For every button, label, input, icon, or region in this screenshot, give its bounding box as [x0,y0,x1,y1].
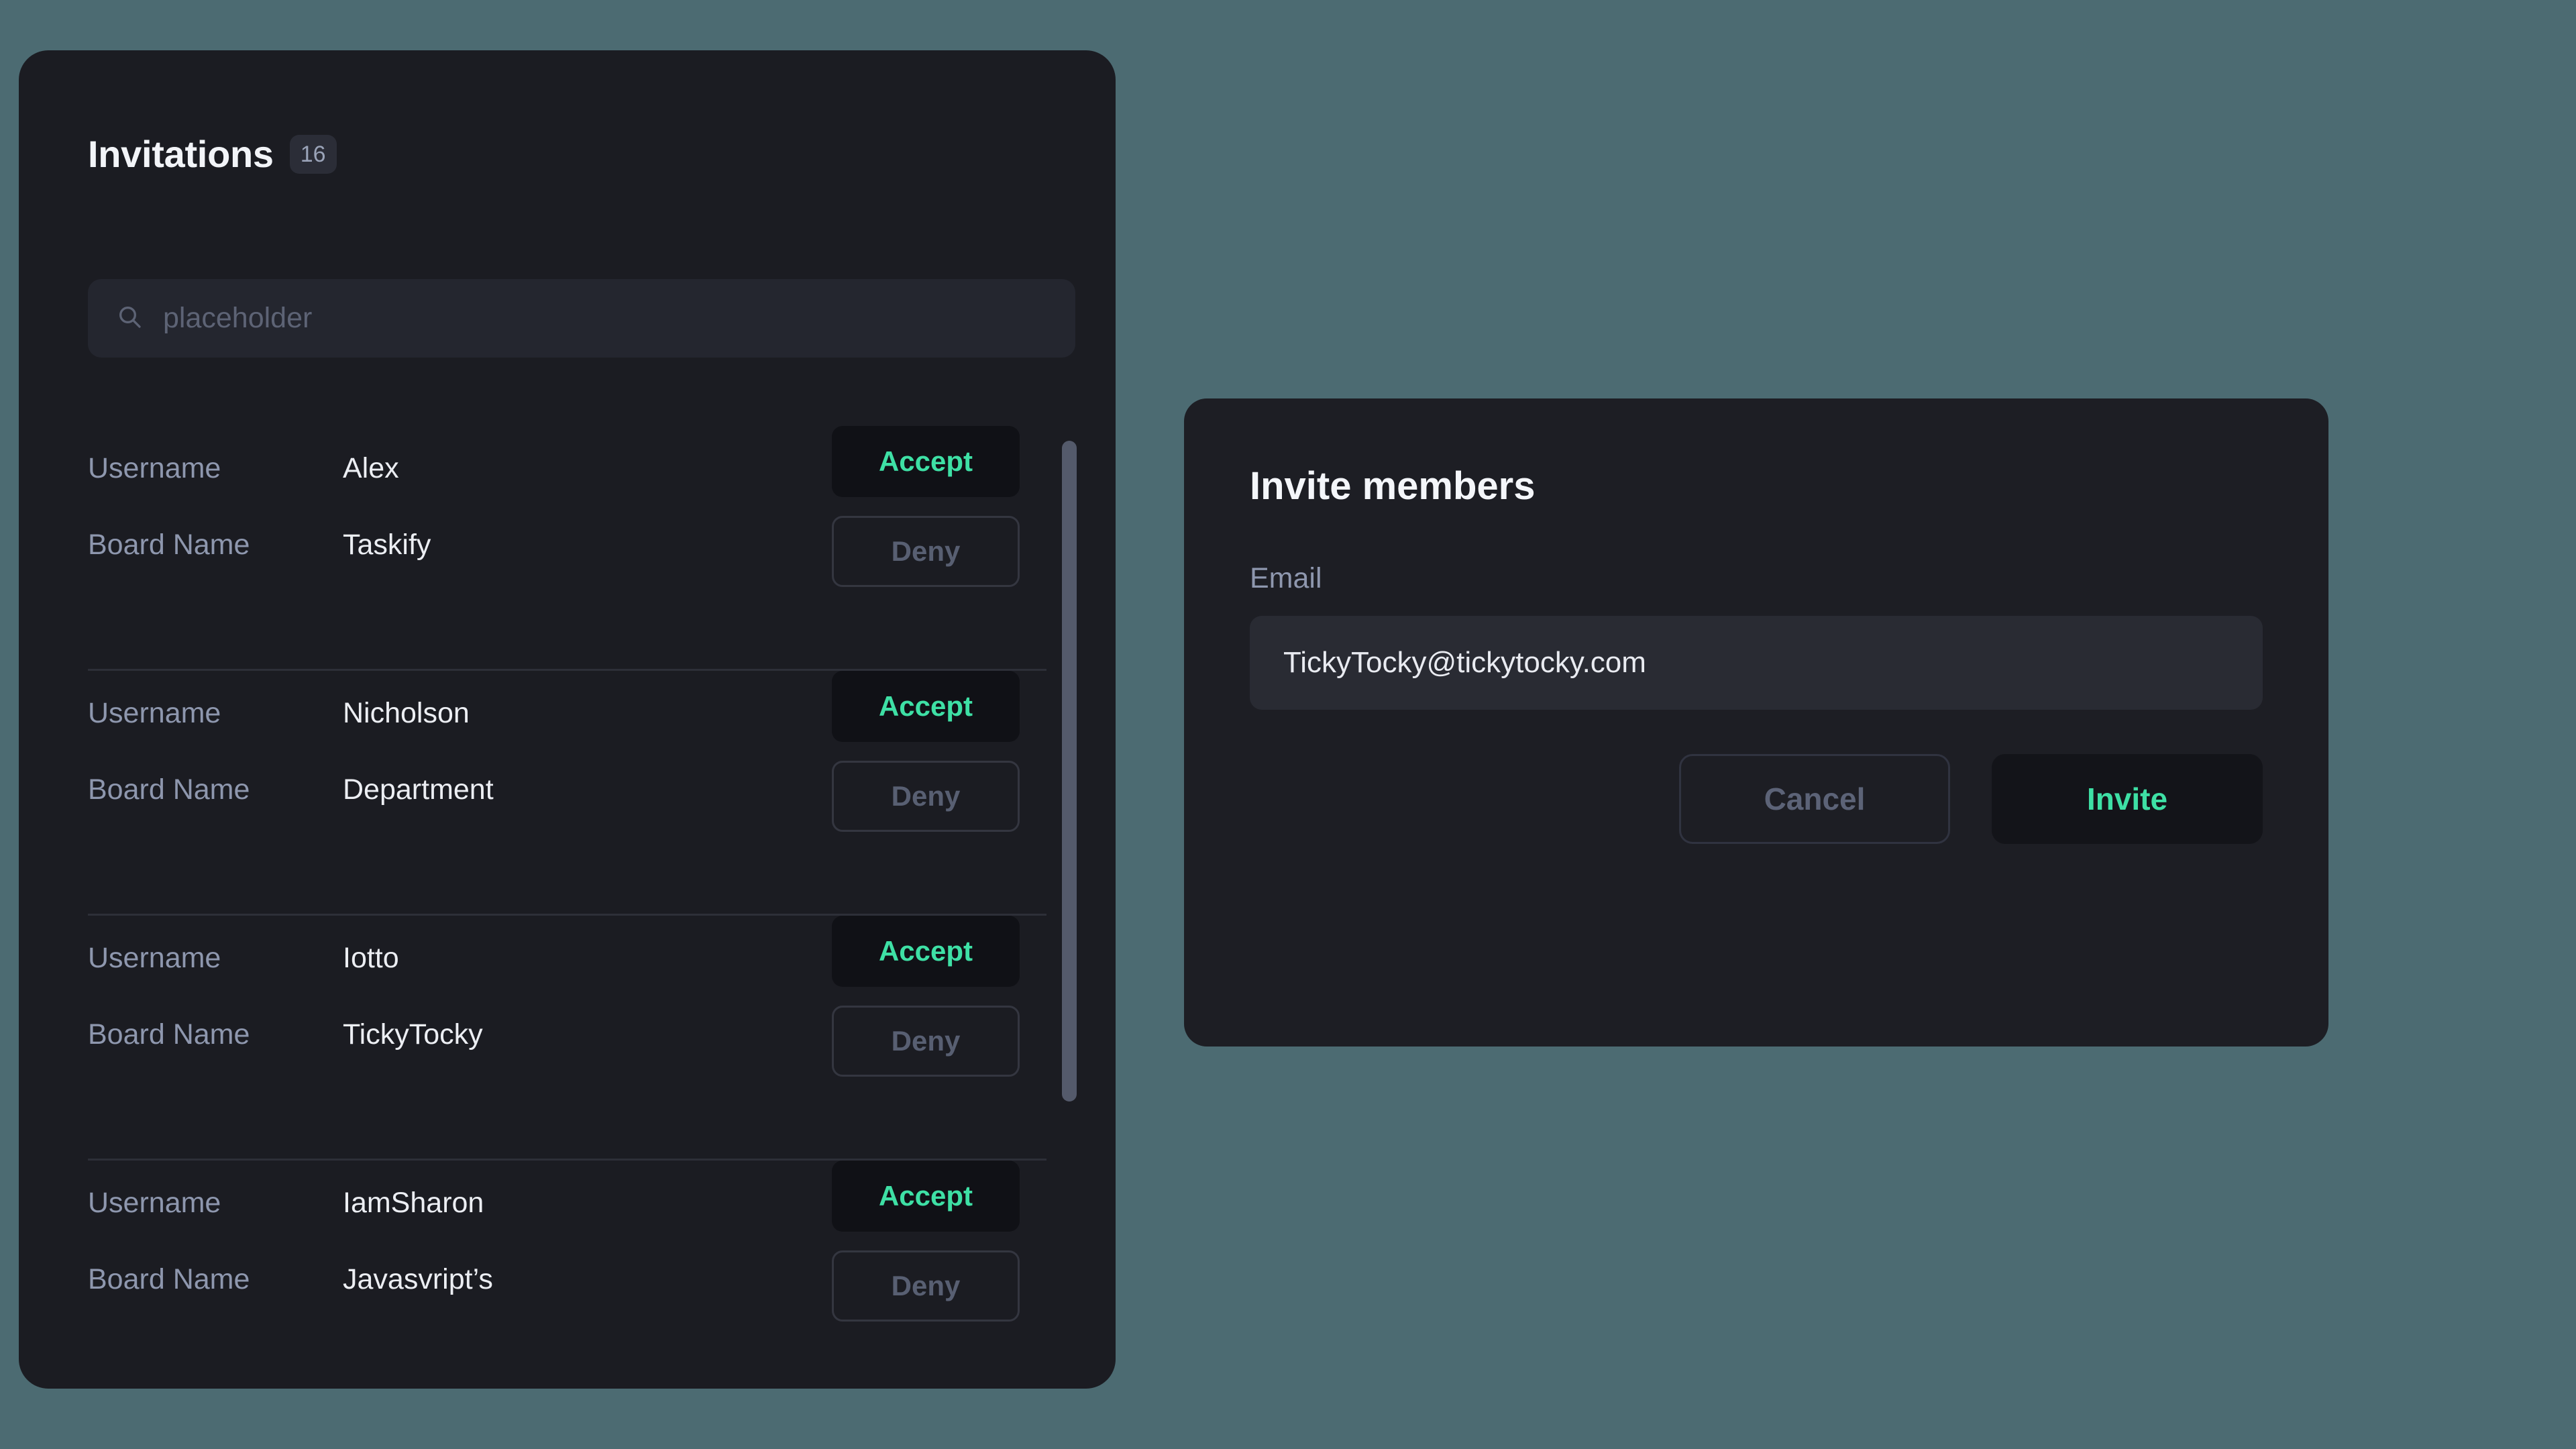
board-name-field: Board Name TickyTocky [88,1018,859,1051]
row-actions: Accept Deny [832,916,1020,1077]
board-name-field: Board Name Taskify [88,528,859,561]
board-name-label: Board Name [88,773,250,806]
deny-button[interactable]: Deny [832,1006,1020,1077]
dialog-actions: Cancel Invite [1250,754,2263,844]
username-field: Username Nicholson [88,696,859,730]
accept-button[interactable]: Accept [832,671,1020,742]
accept-button[interactable]: Accept [832,426,1020,497]
username-value: Iotto [343,942,399,974]
board-name-value: Javasvript’s [343,1263,493,1295]
invitation-row: Username IamSharon Board Name Javasvript… [88,1161,1046,1389]
page-title: Invitations [88,133,274,175]
invitations-count-badge: 16 [289,135,337,174]
invitation-row: Username Alex Board Name Taskify Accept … [88,426,1046,671]
username-value: Nicholson [343,697,470,729]
dialog-title: Invite members [1250,464,1536,508]
deny-button[interactable]: Deny [832,1250,1020,1322]
username-label: Username [88,942,221,974]
search-input[interactable] [163,302,1047,335]
invite-members-dialog: Invite members Email Cancel Invite [1184,398,2328,1046]
username-value: IamSharon [343,1187,484,1219]
username-label: Username [88,697,221,729]
board-name-field: Board Name Department [88,773,859,806]
accept-button[interactable]: Accept [832,1161,1020,1232]
invitation-row: Username Nicholson Board Name Department… [88,671,1046,916]
username-value: Alex [343,452,399,484]
invitation-row: Username Iotto Board Name TickyTocky Acc… [88,916,1046,1161]
board-name-label: Board Name [88,529,250,561]
deny-button[interactable]: Deny [832,761,1020,832]
username-label: Username [88,452,221,484]
accept-button[interactable]: Accept [832,916,1020,987]
username-field: Username Alex [88,451,859,485]
search-field[interactable] [88,279,1075,358]
list-scrollbar[interactable] [1062,433,1077,1184]
board-name-value: TickyTocky [343,1018,483,1051]
invitations-panel: Invitations 16 Username Alex Board Name … [19,50,1116,1389]
board-name-value: Department [343,773,494,806]
invitations-header: Invitations 16 [19,50,1116,174]
row-actions: Accept Deny [832,671,1020,832]
email-label: Email [1250,562,1322,594]
deny-button[interactable]: Deny [832,516,1020,587]
row-actions: Accept Deny [832,1161,1020,1322]
search-icon [116,303,143,333]
board-name-field: Board Name Javasvript’s [88,1263,859,1296]
scrollbar-thumb[interactable] [1062,441,1077,1102]
invite-button[interactable]: Invite [1992,754,2263,844]
board-name-label: Board Name [88,1018,250,1051]
username-label: Username [88,1187,221,1219]
username-field: Username Iotto [88,941,859,975]
invitation-list: Username Alex Board Name Taskify Accept … [19,426,1116,1389]
email-field[interactable] [1250,616,2263,710]
username-field: Username IamSharon [88,1186,859,1220]
row-actions: Accept Deny [832,426,1020,587]
board-name-label: Board Name [88,1263,250,1295]
cancel-button[interactable]: Cancel [1679,754,1950,844]
board-name-value: Taskify [343,529,431,561]
